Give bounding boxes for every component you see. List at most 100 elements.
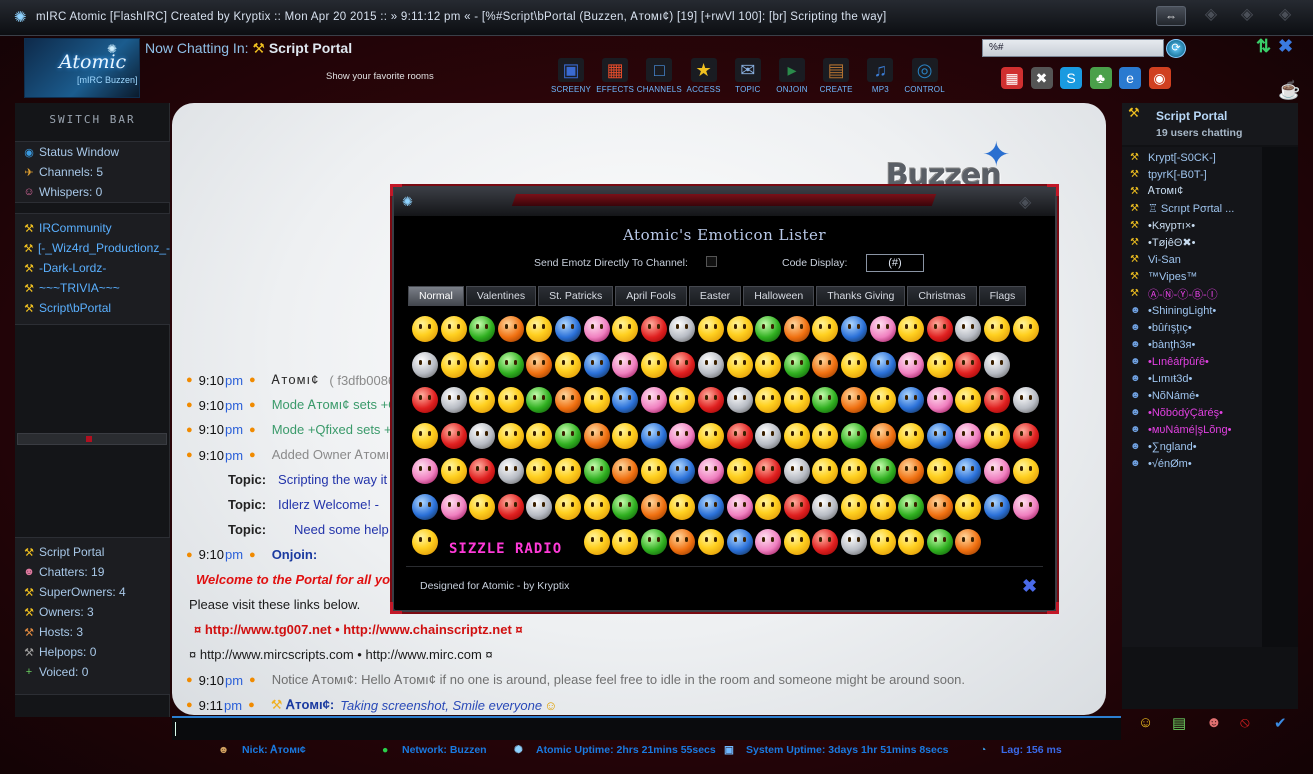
emoticon[interactable] [812, 351, 839, 378]
emoticon[interactable] [412, 458, 438, 484]
emoticon[interactable] [497, 316, 524, 342]
switchbar-item[interactable]: ⚒ Owners: 3 [15, 602, 170, 622]
emoticon[interactable] [898, 316, 925, 342]
emoticon[interactable] [440, 316, 467, 342]
emoticon[interactable] [497, 422, 524, 449]
emoticon[interactable] [526, 422, 553, 449]
switchbar-item[interactable]: ⚒ SuperOwners: 4 [15, 582, 170, 602]
search-button[interactable]: ⟳ [1166, 39, 1186, 58]
emoticon[interactable] [526, 387, 553, 413]
emoticon[interactable] [783, 422, 810, 449]
dialog-titlebar[interactable]: ✺ ◈ [394, 188, 1055, 216]
emoticon[interactable] [783, 458, 810, 484]
switchbar-item[interactable]: ◉ Status Window [15, 142, 170, 162]
tab-easter[interactable]: Easter [688, 286, 742, 306]
emoticon[interactable] [869, 351, 896, 378]
emoticon[interactable] [440, 458, 467, 484]
emoticon[interactable] [440, 422, 467, 449]
search-input[interactable]: %# [982, 39, 1164, 57]
emoticon[interactable] [640, 387, 667, 413]
emoticon[interactable] [898, 351, 925, 378]
emoticon[interactable] [612, 387, 639, 413]
emoticon[interactable] [469, 351, 496, 378]
emoticon[interactable] [812, 316, 839, 342]
emoticon[interactable] [755, 351, 782, 378]
block-icon[interactable]: ⦸ [1240, 714, 1250, 731]
emoticon[interactable] [984, 351, 1010, 378]
nicklist-user[interactable]: ⚒ Vi-San [1122, 251, 1262, 268]
switchbar-item[interactable]: ☻ Chatters: 19 [15, 562, 170, 582]
emoticon[interactable] [1012, 316, 1039, 342]
check-icon[interactable]: ✔ [1274, 714, 1287, 732]
emoticon[interactable] [841, 529, 867, 555]
switchbar-item[interactable]: ⚒ -Dark-Lordz- [15, 258, 170, 278]
nickname[interactable]: Ꭺᴛᴏᴍı¢: [286, 697, 334, 713]
nicklist-user[interactable]: ☻ •∑ngland• [1122, 438, 1262, 455]
emoticon[interactable] [898, 422, 925, 449]
switchbar-item[interactable]: ⚒ Script Portal [15, 542, 170, 562]
emoticon[interactable] [412, 422, 438, 449]
nicklist-user[interactable]: ⚒ Ⓐ-Ⓝ-Ⓨ-Ⓑ-Ⓘ [1122, 285, 1262, 302]
emoticon[interactable] [526, 351, 553, 378]
switchbar-scrollbar[interactable] [17, 433, 167, 445]
nicklist-scrollbar[interactable] [1262, 147, 1298, 647]
emoticon[interactable] [955, 351, 982, 378]
emoticon[interactable] [583, 387, 610, 413]
emoticon[interactable] [726, 387, 753, 413]
emoticon[interactable] [726, 493, 753, 520]
emoticon[interactable] [812, 387, 839, 413]
emoticon[interactable] [841, 422, 867, 449]
tab-christmas[interactable]: Christmas [907, 286, 977, 306]
nicklist-user[interactable]: ☻ •NõbódýÇäréş• [1122, 404, 1262, 421]
nicklist-user[interactable]: ☻ •√énØm• [1122, 455, 1262, 472]
emoticon[interactable] [755, 422, 782, 449]
emoticon[interactable] [583, 422, 610, 449]
nicklist-user[interactable]: ⚒ •Kяуpтı×• [1122, 217, 1262, 234]
toolbar-access-button[interactable]: ★ ACCESS [681, 58, 727, 94]
emoticon[interactable] [984, 458, 1010, 484]
nicklist-user[interactable]: ☻ •NõNámé• [1122, 387, 1262, 404]
emoticon[interactable] [440, 493, 467, 520]
switchbar-item[interactable]: + Voiced: 0 [15, 662, 170, 682]
tab-april-fools[interactable]: April Fools [615, 286, 687, 306]
toolbar-effects-button[interactable]: ▦ EFFECTS [592, 58, 638, 94]
dialog-menu-icon[interactable]: ◈ [1019, 192, 1031, 212]
refresh-icon[interactable]: ⇅ [1256, 36, 1271, 57]
emoticon[interactable] [497, 458, 524, 484]
emoticon[interactable] [812, 422, 839, 449]
switchbar-item[interactable]: ⚒ Hosts: 3 [15, 622, 170, 642]
favorite-rooms-link[interactable]: Show your favorite rooms [326, 71, 434, 82]
emoticon[interactable] [1012, 387, 1039, 413]
emoticon[interactable] [926, 458, 953, 484]
emoticon[interactable] [841, 493, 867, 520]
emoticon[interactable] [612, 493, 639, 520]
emoticon[interactable] [555, 493, 581, 520]
emoticon[interactable] [898, 493, 925, 520]
emoticon[interactable] [926, 529, 953, 555]
emoticon[interactable] [526, 316, 553, 342]
emoticon[interactable] [640, 529, 667, 555]
tab-thanks-giving[interactable]: Thanks Giving [816, 286, 906, 306]
emoticon[interactable] [955, 529, 982, 555]
emoticon[interactable] [440, 351, 467, 378]
emoticon[interactable] [926, 422, 953, 449]
nicklist-user[interactable]: ☻ •Lımıŧ3d• [1122, 370, 1262, 387]
tab-st-patricks[interactable]: St. Patricks [538, 286, 614, 306]
link-text[interactable]: ¤ http://www.tg007.net • http://www.chai… [194, 622, 523, 637]
send-emotz-checkbox[interactable] [706, 256, 717, 267]
emoticon[interactable] [583, 458, 610, 484]
nickname[interactable]: Ꭺᴛᴏᴍı¢ [272, 372, 320, 388]
emoticon[interactable] [698, 387, 724, 413]
switchbar-item[interactable]: ✈ Channels: 5 [15, 162, 170, 182]
emoticon[interactable] [783, 351, 810, 378]
emoticon[interactable] [783, 316, 810, 342]
emoticon[interactable] [869, 529, 896, 555]
emoticon[interactable] [955, 316, 982, 342]
emoticon[interactable] [869, 493, 896, 520]
emoticon[interactable] [926, 316, 953, 342]
emoticon[interactable] [869, 387, 896, 413]
emoticon[interactable] [469, 493, 496, 520]
emoticon[interactable] [555, 351, 581, 378]
emoticon[interactable] [469, 458, 496, 484]
nicklist-user[interactable]: ⚒ ™Vipes™ [1122, 268, 1262, 285]
